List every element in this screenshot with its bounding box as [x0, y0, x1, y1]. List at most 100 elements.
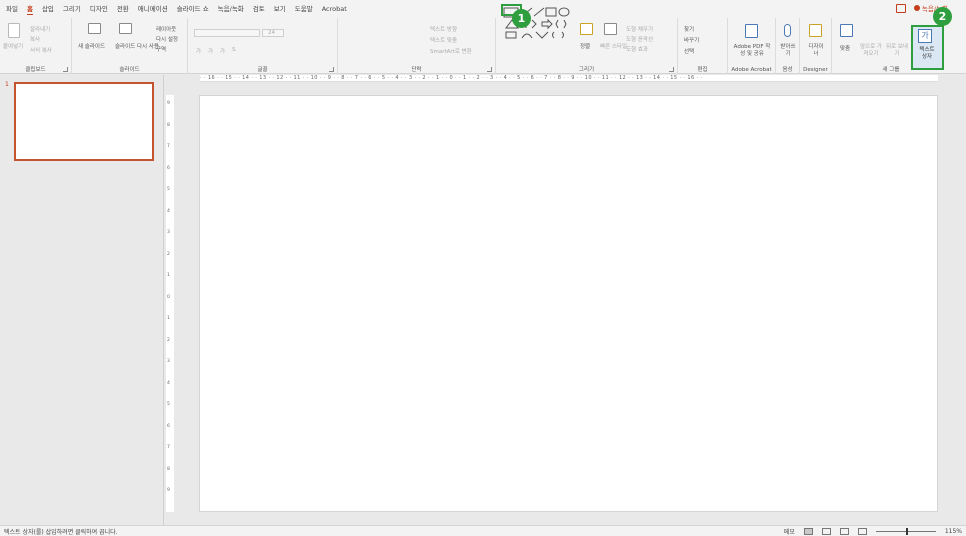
- quick-styles-button[interactable]: 빠른 스타일: [600, 42, 627, 50]
- font-label: 글꼴: [257, 67, 268, 73]
- ruler-left-number: 4: [167, 208, 170, 214]
- dictate-button[interactable]: 받아쓰기: [779, 44, 797, 58]
- reset-button[interactable]: 다시 설정: [156, 35, 178, 43]
- pdf-icon[interactable]: [745, 24, 758, 38]
- ruler-left-number: 5: [167, 402, 170, 407]
- slide-sorter-icon[interactable]: [821, 528, 831, 535]
- thumbnail-pane: 1: [0, 75, 160, 525]
- pane-splitter[interactable]: [163, 75, 164, 525]
- textbox-button[interactable]: 텍스트 상자: [917, 47, 937, 61]
- smartart-button[interactable]: SmartArt로 변환: [430, 47, 472, 55]
- text-direction-button[interactable]: 텍스트 방향: [430, 25, 457, 33]
- microphone-icon[interactable]: [784, 24, 791, 37]
- underline-button[interactable]: 가: [220, 47, 225, 55]
- new-slide-button[interactable]: 새 슬라이드: [78, 42, 105, 50]
- zoom-level[interactable]: 115%: [945, 528, 962, 535]
- tab-5[interactable]: 전환: [117, 0, 129, 18]
- tab-4[interactable]: 디자인: [90, 0, 108, 18]
- vertical-scrollbar[interactable]: [955, 83, 963, 523]
- quick-styles-icon[interactable]: [604, 23, 617, 35]
- slide-thumbnail[interactable]: [14, 82, 154, 161]
- normal-view-icon[interactable]: [803, 528, 813, 535]
- horizontal-ruler: · · 16 · · 15 · · 14 · · 13 · · 12 · · 1…: [200, 75, 938, 82]
- group-editing: 찾기 바꾸기 선택 편집: [678, 18, 728, 74]
- ruler-left-number: 1: [167, 316, 170, 321]
- zoom-thumb[interactable]: [905, 528, 908, 535]
- group-voice: 받아쓰기 음성: [776, 18, 800, 74]
- cut-button[interactable]: 잘라내기: [30, 25, 50, 33]
- new-slide-icon[interactable]: [88, 23, 101, 34]
- zoom-slider[interactable]: [875, 528, 936, 535]
- slide-canvas[interactable]: [199, 95, 938, 512]
- ruler-left-number: 7: [167, 445, 170, 450]
- strike-button[interactable]: S: [232, 47, 236, 53]
- tab-2[interactable]: 삽입: [42, 0, 54, 18]
- bold-button[interactable]: 가: [196, 47, 201, 55]
- shape-fill-button[interactable]: 도형 채우기: [626, 25, 653, 33]
- drawing-launcher-icon[interactable]: [669, 67, 674, 72]
- font-launcher-icon[interactable]: [329, 67, 334, 72]
- tab-9[interactable]: 검토: [253, 0, 265, 18]
- tab-10[interactable]: 보기: [274, 0, 286, 18]
- find-button[interactable]: 찾기: [684, 25, 694, 33]
- reuse-slide-button[interactable]: 슬라이드 다시 사용: [115, 42, 159, 50]
- group-slides: 새 슬라이드 슬라이드 다시 사용 레이아웃 다시 설정 구역 슬라이드: [72, 18, 188, 74]
- bring-forward-button[interactable]: 앞으로 가져오기: [860, 44, 882, 58]
- tab-7[interactable]: 슬라이드 쇼: [177, 0, 209, 18]
- align-icon[interactable]: [840, 24, 853, 37]
- ruler-left-number: 8: [167, 466, 170, 472]
- group-clipboard: 붙여넣기 잘라내기 복사 서식 복사 클립보드: [0, 18, 72, 74]
- slideshow-icon[interactable]: [857, 528, 867, 535]
- tab-8[interactable]: 녹음/녹화: [218, 0, 244, 18]
- annotation-badge-2: 2: [933, 7, 952, 26]
- ruler-left-number: 5: [167, 187, 170, 192]
- align-text-button[interactable]: 텍스트 맞춤: [430, 36, 457, 44]
- ruler-left-number: 9: [167, 488, 170, 493]
- group-paragraph: 텍스트 방향 텍스트 맞춤 SmartArt로 변환 단락: [338, 18, 496, 74]
- send-backward-button[interactable]: 뒤로 보내기: [886, 44, 908, 58]
- paste-button[interactable]: 붙여넣기: [3, 42, 23, 50]
- font-size-value: 24: [268, 30, 275, 36]
- align-button[interactable]: 맞춤: [840, 44, 850, 52]
- font-size-combo[interactable]: 24: [262, 29, 284, 37]
- paragraph-launcher-icon[interactable]: [487, 67, 492, 72]
- ruler-left-number: 6: [167, 165, 170, 171]
- ribbon-tabs: 파일 홈 삽입 그리기 디자인 전환 애니메이션 슬라이드 쇼 녹음/녹화 검토 보기 도움말 Acro…: [0, 0, 966, 18]
- ruler-left-number: 6: [167, 423, 170, 429]
- ruler-left-number: 0: [167, 294, 170, 300]
- italic-button[interactable]: 가: [208, 47, 213, 55]
- paste-icon[interactable]: [8, 23, 20, 38]
- section-button[interactable]: 구역: [156, 45, 166, 53]
- ruler-left-number: 2: [167, 337, 170, 343]
- tab-0[interactable]: 파일: [6, 0, 18, 18]
- arrange-button[interactable]: 정렬: [580, 42, 590, 50]
- status-right: 메모 115%: [784, 527, 962, 536]
- tab-6[interactable]: 애니메이션: [138, 0, 168, 18]
- copy-button[interactable]: 복사: [30, 35, 40, 43]
- reuse-slide-icon[interactable]: [119, 23, 132, 34]
- clipboard-launcher-icon[interactable]: [63, 67, 68, 72]
- tab-11[interactable]: 도움말: [295, 0, 313, 18]
- reading-view-icon[interactable]: [839, 528, 849, 535]
- shape-outline-button[interactable]: 도형 윤곽선: [626, 35, 653, 43]
- ruler-left-number: 1: [167, 273, 170, 278]
- font-name-combo[interactable]: [194, 29, 260, 37]
- tab-1[interactable]: 홈: [26, 0, 33, 18]
- designer-button[interactable]: 디자이너: [807, 44, 825, 58]
- format-painter-button[interactable]: 서식 복사: [30, 46, 52, 54]
- tab-12[interactable]: Acrobat: [322, 0, 347, 18]
- replace-button[interactable]: 바꾸기: [684, 36, 699, 44]
- ruler-left-number: 7: [167, 144, 170, 149]
- thumbnail-number: 1: [5, 81, 9, 88]
- create-pdf-button[interactable]: Adobe PDF 작성 및 공유: [732, 44, 772, 58]
- layout-button[interactable]: 레이아웃: [156, 25, 176, 33]
- tab-3[interactable]: 그리기: [63, 0, 81, 18]
- shape-effects-button[interactable]: 도형 효과: [626, 45, 648, 53]
- annotation-badge-1: 1: [512, 9, 531, 28]
- designer-icon[interactable]: [809, 24, 822, 37]
- select-button[interactable]: 선택: [684, 47, 694, 55]
- comment-icon[interactable]: [895, 3, 906, 13]
- paragraph-label: 단락: [411, 67, 422, 73]
- arrange-icon[interactable]: [580, 23, 593, 35]
- notes-button[interactable]: 메모: [784, 527, 795, 536]
